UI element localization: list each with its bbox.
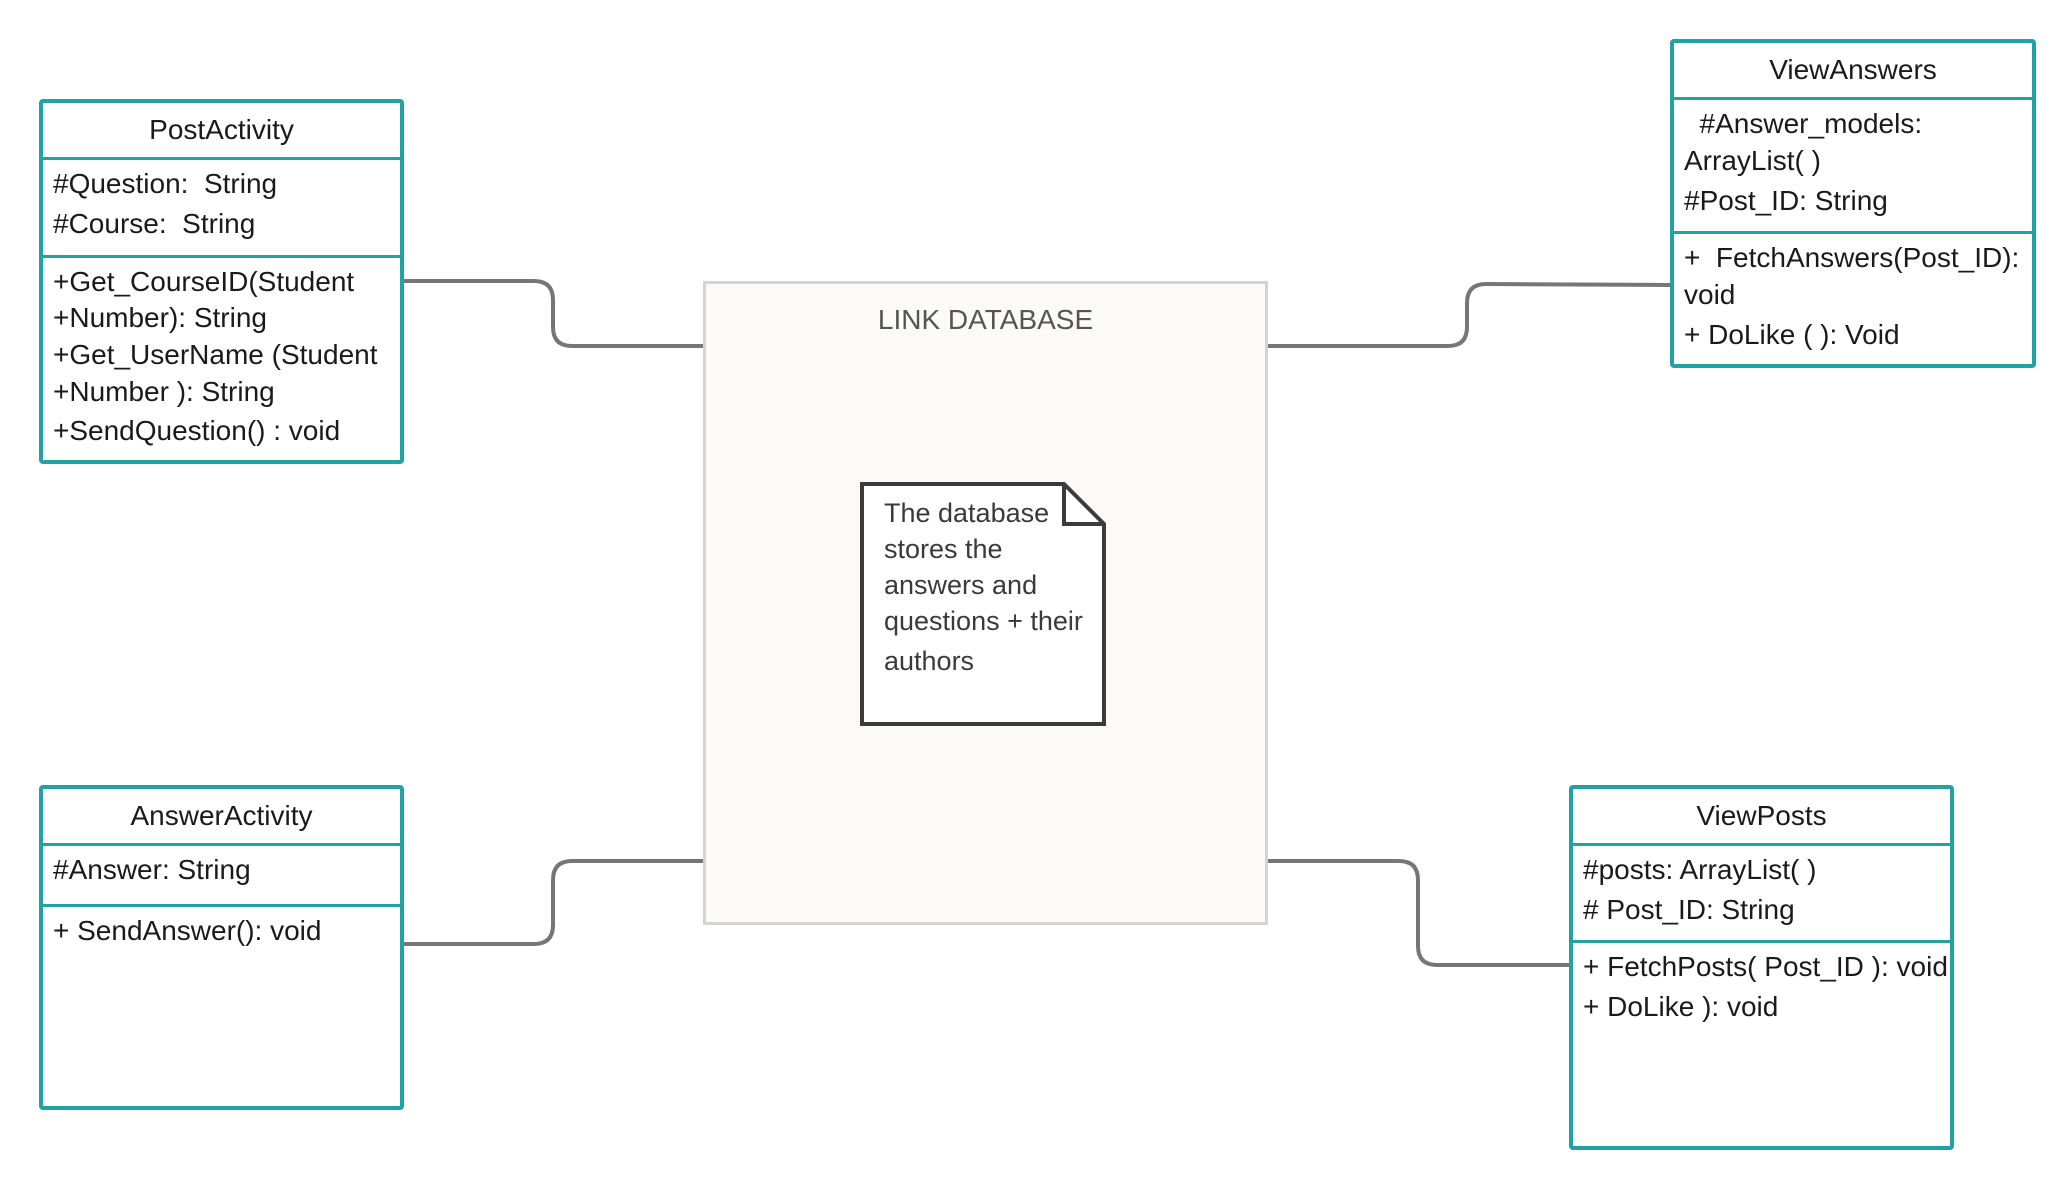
attributes-section: #Answer: String — [43, 846, 400, 907]
method: + DoLike ( ): Void — [1684, 319, 1900, 350]
connector-postactivity-database — [402, 279, 705, 348]
attributes-section: #Question: String #Course: String — [43, 160, 400, 258]
method: void — [1684, 279, 1736, 310]
attribute: #posts: ArrayList( ) — [1583, 854, 1817, 885]
note-line: The database — [884, 498, 1050, 528]
method: + SendAnswer(): void — [53, 915, 322, 946]
method: +Get_UserName (Student — [53, 339, 378, 370]
methods-section: + FetchAnswers(Post_ID): void + DoLike (… — [1674, 234, 2032, 357]
class-name: ViewAnswers — [1674, 43, 2032, 100]
attribute: #Question: String — [53, 168, 278, 199]
attribute: #Answer: String — [53, 854, 251, 885]
attributes-section: #Answer_models: ArrayList( ) #Post_ID: S… — [1674, 100, 2032, 234]
methods-section: + FetchPosts( Post_ID ): void + DoLike )… — [1573, 943, 1950, 1031]
database-note[interactable]: The database stores the answers and ques… — [860, 482, 1106, 726]
attribute: #Answer_models: — [1684, 108, 1923, 139]
class-post-activity[interactable]: PostActivity #Question: String #Course: … — [39, 99, 404, 464]
attribute: # Post_ID: String — [1583, 894, 1795, 925]
method: +Number): String — [53, 302, 267, 333]
connector-answeractivity-database — [402, 859, 705, 946]
note-line: answers and — [884, 570, 1038, 600]
attribute: #Post_ID: String — [1684, 185, 1888, 216]
connector-database-viewanswers — [1266, 281, 1672, 348]
attribute: #Course: String — [53, 208, 256, 239]
class-name: ViewPosts — [1573, 789, 1950, 846]
class-view-posts[interactable]: ViewPosts #posts: ArrayList( ) # Post_ID… — [1569, 785, 1954, 1150]
note-text: The database stores the answers and ques… — [884, 498, 1094, 682]
method: +Number ): String — [53, 376, 275, 407]
class-answer-activity[interactable]: AnswerActivity #Answer: String + SendAns… — [39, 785, 404, 1110]
methods-section: + SendAnswer(): void — [43, 907, 400, 953]
connector-database-viewposts — [1266, 859, 1570, 967]
method: +SendQuestion() : void — [53, 415, 341, 446]
methods-section: +Get_CourseID(Student +Number): String +… — [43, 258, 400, 451]
class-name: AnswerActivity — [43, 789, 400, 846]
note-line: authors — [884, 646, 975, 676]
class-name: PostActivity — [43, 103, 400, 160]
attributes-section: #posts: ArrayList( ) # Post_ID: String — [1573, 846, 1950, 943]
method: + DoLike ): void — [1583, 991, 1779, 1022]
method: +Get_CourseID(Student — [53, 266, 355, 297]
note-line: questions + their — [884, 606, 1083, 636]
database-title: LINK DATABASE — [877, 304, 1094, 335]
note-line: stores the — [884, 534, 1003, 564]
method: + FetchPosts( Post_ID ): void — [1583, 951, 1948, 982]
method: + FetchAnswers(Post_ID): — [1684, 242, 2020, 273]
class-view-answers[interactable]: ViewAnswers #Answer_models: ArrayList( )… — [1670, 39, 2036, 368]
attribute: ArrayList( ) — [1684, 145, 1821, 176]
